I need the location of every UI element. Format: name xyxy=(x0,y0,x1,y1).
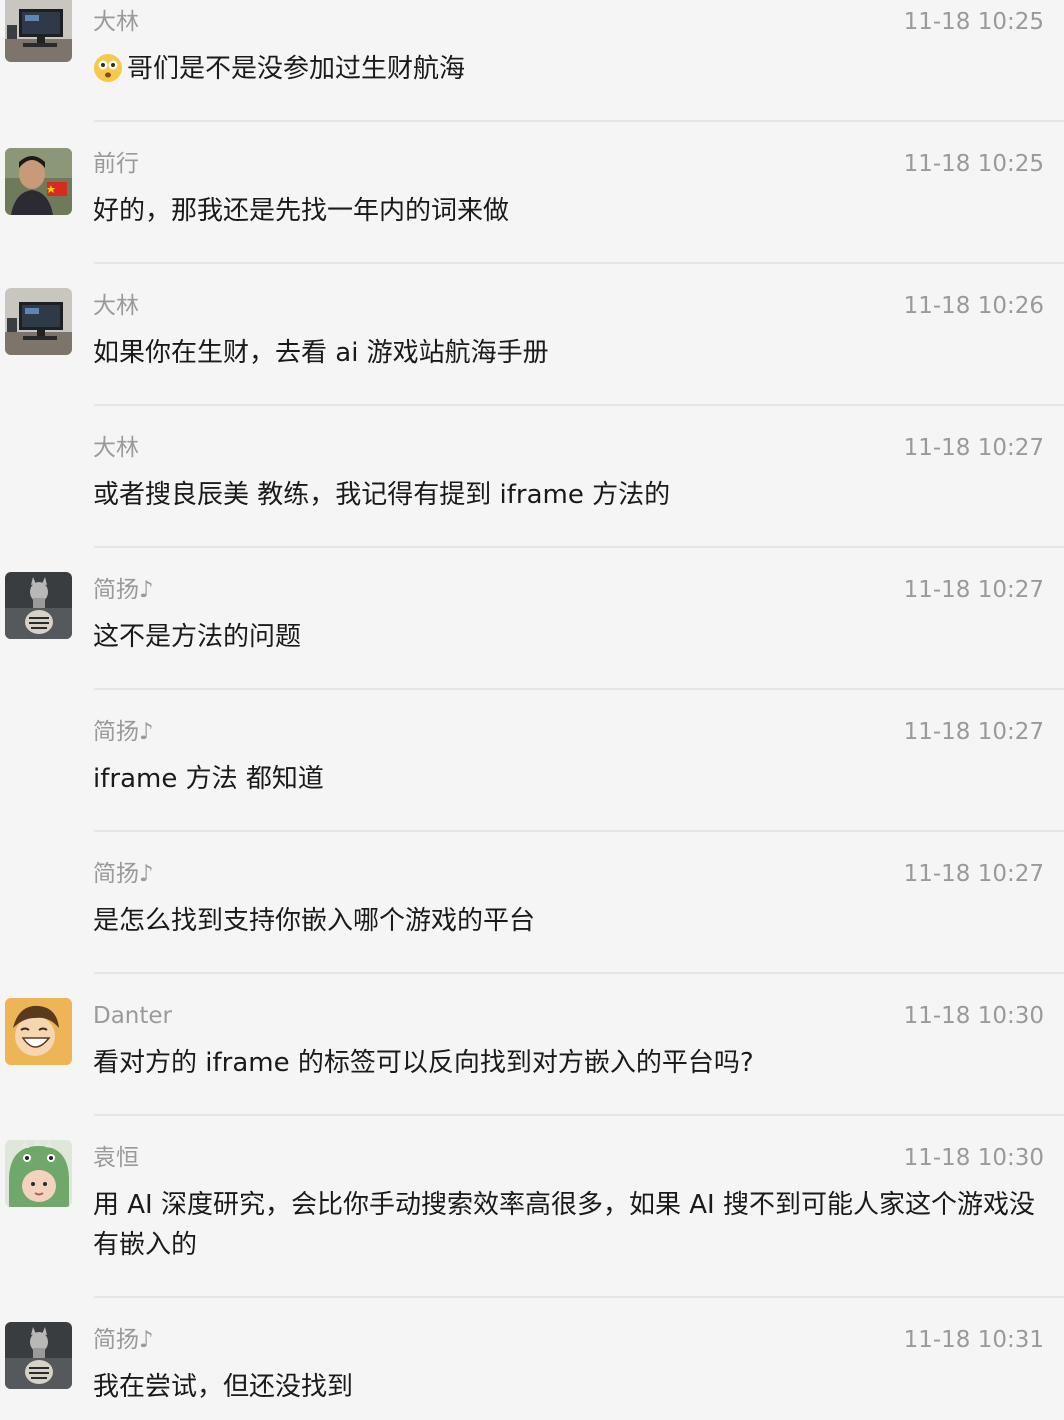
sender-name: 大林 xyxy=(93,9,139,35)
cartoon-boy-avatar-icon xyxy=(5,998,72,1065)
avatar[interactable] xyxy=(5,148,72,215)
message-text: 哥们是不是没参加过生财航海 xyxy=(93,49,1044,89)
sender-name: 简扬♪ xyxy=(93,719,154,745)
chat-message: 大林 11-18 10:25 哥们是不是没参加过生财航海 xyxy=(0,0,1064,120)
avatar[interactable] xyxy=(5,288,72,355)
message-divider xyxy=(94,1114,1064,1116)
monitor-desk-avatar-icon xyxy=(5,288,72,355)
avatar[interactable] xyxy=(5,1322,72,1389)
message-timestamp: 11-18 10:30 xyxy=(903,1145,1044,1171)
message-divider xyxy=(94,404,1064,406)
person-flag-avatar-icon xyxy=(5,148,72,215)
avatar[interactable] xyxy=(5,1140,72,1207)
chat-message: 大林 11-18 10:27 或者搜良辰美 教练，我记得有提到 iframe 方… xyxy=(0,404,1064,546)
message-text: 好的，那我还是先找一年内的词来做 xyxy=(93,196,510,226)
message-text: iframe 方法 都知道 xyxy=(93,764,324,794)
message-divider xyxy=(94,972,1064,974)
message-text: 如果你在生财，去看 ai 游戏站航海手册 xyxy=(93,338,549,368)
avatar[interactable] xyxy=(5,998,72,1065)
message-text: 是怎么找到支持你嵌入哪个游戏的平台 xyxy=(93,906,536,936)
message-text: 看对方的 iframe 的标签可以反向找到对方嵌入的平台吗? xyxy=(93,1048,754,1078)
chat-message: 前行 11-18 10:25 好的，那我还是先找一年内的词来做 xyxy=(0,120,1064,262)
message-timestamp: 11-18 10:25 xyxy=(903,9,1044,35)
message-timestamp: 11-18 10:26 xyxy=(903,293,1044,319)
message-divider xyxy=(94,120,1064,122)
cat-tiger-reflection-avatar-icon xyxy=(5,572,72,639)
chat-message: Danter 11-18 10:30 看对方的 iframe 的标签可以反向找到… xyxy=(0,972,1064,1114)
avatar[interactable] xyxy=(5,0,72,62)
message-text-content: 哥们是不是没参加过生财航海 xyxy=(127,54,466,84)
message-timestamp: 11-18 10:27 xyxy=(903,719,1044,745)
chat-message: 袁恒 11-18 10:30 用 AI 深度研究，会比你手动搜索效率高很多，如果… xyxy=(0,1114,1064,1296)
cat-tiger-reflection-avatar-icon xyxy=(5,1322,72,1389)
baby-dino-hat-avatar-icon xyxy=(5,1140,72,1207)
chat-message: 简扬♪ 11-18 10:31 我在尝试，但还没找到 xyxy=(0,1296,1064,1420)
message-text: 这不是方法的问题 xyxy=(93,622,302,652)
message-timestamp: 11-18 10:27 xyxy=(903,861,1044,887)
message-divider xyxy=(94,830,1064,832)
avatar[interactable] xyxy=(5,572,72,639)
message-timestamp: 11-18 10:30 xyxy=(903,1003,1044,1029)
sender-name: 简扬♪ xyxy=(93,861,154,887)
message-divider xyxy=(94,688,1064,690)
message-text: 或者搜良辰美 教练，我记得有提到 iframe 方法的 xyxy=(93,480,671,510)
message-timestamp: 11-18 10:31 xyxy=(903,1327,1044,1353)
sender-name: 简扬♪ xyxy=(93,577,154,603)
chat-message: 简扬♪ 11-18 10:27 iframe 方法 都知道 xyxy=(0,688,1064,830)
message-divider xyxy=(94,262,1064,264)
message-text: 用 AI 深度研究，会比你手动搜索效率高很多，如果 AI 搜不到可能人家这个游戏… xyxy=(93,1190,1035,1260)
message-divider xyxy=(94,1296,1064,1298)
message-timestamp: 11-18 10:25 xyxy=(903,151,1044,177)
sender-name: 袁恒 xyxy=(93,1145,139,1171)
sender-name: 前行 xyxy=(93,151,139,177)
chat-message: 简扬♪ 11-18 10:27 是怎么找到支持你嵌入哪个游戏的平台 xyxy=(0,830,1064,972)
message-text: 我在尝试，但还没找到 xyxy=(93,1372,354,1402)
chat-message: 简扬♪ 11-18 10:27 这不是方法的问题 xyxy=(0,546,1064,688)
monitor-desk-avatar-icon xyxy=(5,0,72,62)
message-timestamp: 11-18 10:27 xyxy=(903,435,1044,461)
message-timestamp: 11-18 10:27 xyxy=(903,577,1044,603)
chat-message: 大林 11-18 10:26 如果你在生财，去看 ai 游戏站航海手册 xyxy=(0,262,1064,404)
sender-name: 大林 xyxy=(93,435,139,461)
sender-name: 简扬♪ xyxy=(93,1327,154,1353)
astonished-face-icon xyxy=(94,54,122,82)
chat-message-list[interactable]: 大林 11-18 10:25 哥们是不是没参加过生财航海 前行 11-18 10… xyxy=(0,0,1064,1420)
sender-name: 大林 xyxy=(93,293,139,319)
sender-name: Danter xyxy=(93,1003,173,1029)
message-divider xyxy=(94,546,1064,548)
